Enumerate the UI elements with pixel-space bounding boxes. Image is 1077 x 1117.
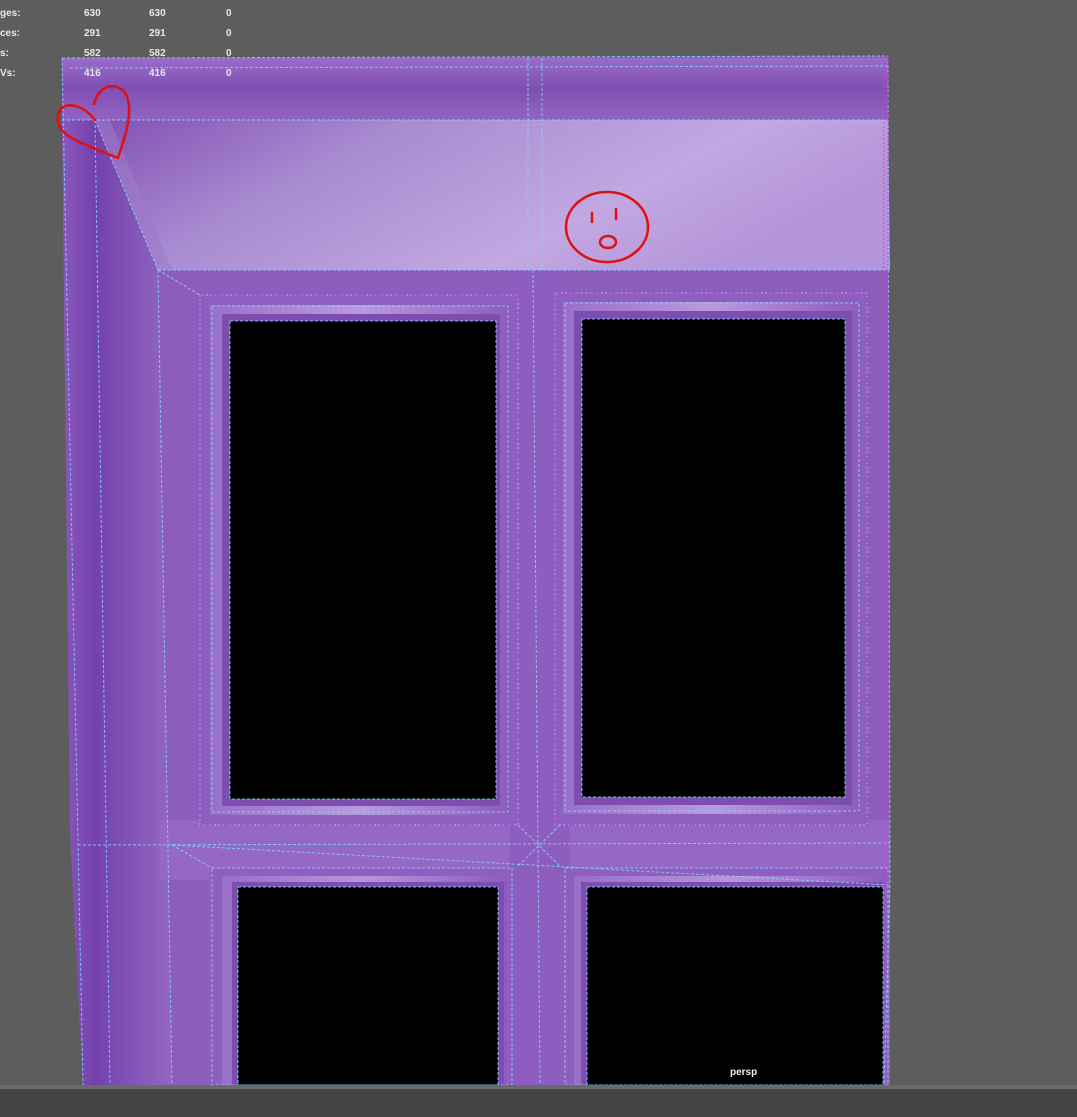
hud-value: 0 [226,68,232,79]
hud-stats: ges: 630 630 0 ces: 291 291 0 s: 582 582… [0,8,240,88]
hud-label: ges: [0,8,21,19]
status-bar [0,1085,1077,1117]
hud-value: 291 [149,28,166,39]
hud-row-edges: ges: 630 630 0 [0,8,240,28]
hud-value: 630 [149,8,166,19]
hud-value: 630 [84,8,101,19]
camera-name-label: persp [730,1067,758,1078]
hud-value: 0 [226,48,232,59]
hud-value: 582 [149,48,166,59]
hud-value: 291 [84,28,101,39]
viewport-3d[interactable]: ges: 630 630 0 ces: 291 291 0 s: 582 582… [0,0,1077,1085]
hud-value: 582 [84,48,101,59]
surprised-face-doodle-icon [564,190,650,264]
hud-value: 0 [226,8,232,19]
hud-row-tris: s: 582 582 0 [0,48,240,68]
hud-row-uvs: Vs: 416 416 0 [0,68,240,88]
hud-label: ces: [0,28,21,39]
hud-value: 0 [226,28,232,39]
hud-label: s: [0,48,9,59]
annotation-layer [56,85,650,264]
hud-label: Vs: [0,68,16,79]
hud-value: 416 [84,68,101,79]
heart-doodle-icon [56,85,131,160]
hud-value: 416 [149,68,166,79]
hud-row-faces: ces: 291 291 0 [0,28,240,48]
